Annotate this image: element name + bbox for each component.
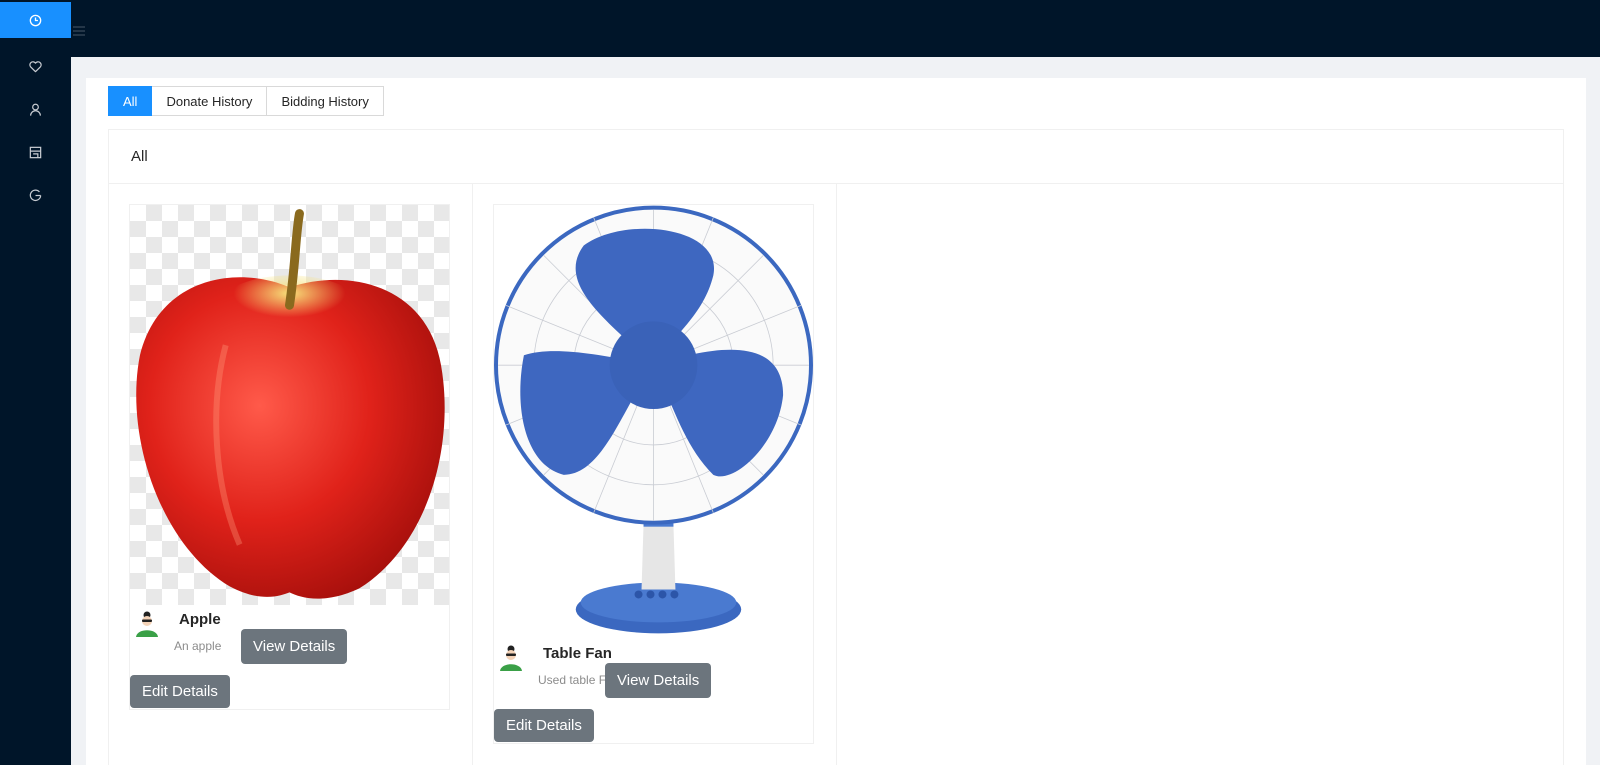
menu-fold-icon[interactable] (73, 26, 85, 36)
user-icon (30, 103, 41, 116)
sidebar (0, 0, 71, 765)
item-image-table-fan (494, 205, 813, 639)
item-card: Apple An apple View Details Edit Details (129, 204, 450, 710)
edit-details-button[interactable]: Edit Details (494, 709, 594, 742)
avatar (500, 645, 522, 671)
grid-cell: Apple An apple View Details Edit Details (109, 184, 473, 765)
avatar (136, 611, 158, 637)
item-card-body: Table Fan Used table Fan View Details (494, 639, 813, 709)
sidebar-item-favorites[interactable] (0, 48, 71, 84)
logout-icon (29, 189, 42, 201)
tab-bidding-history[interactable]: Bidding History (267, 86, 384, 116)
edit-details-button[interactable]: Edit Details (130, 675, 230, 708)
item-card-body: Apple An apple View Details (130, 605, 449, 675)
history-tabs: All Donate History Bidding History (108, 86, 384, 116)
item-description: An apple (174, 639, 222, 653)
sidebar-item-shop[interactable] (0, 134, 71, 170)
content-panel: All Donate History Bidding History All A… (86, 78, 1586, 765)
sidebar-item-logout[interactable] (0, 177, 71, 213)
table-fan-image (494, 205, 813, 634)
items-section: All Apple An apple View Details Edit Det… (108, 129, 1564, 765)
history-icon (29, 14, 42, 26)
item-title: Apple (179, 611, 221, 628)
view-details-button[interactable]: View Details (241, 629, 348, 664)
sidebar-item-profile[interactable] (0, 91, 71, 127)
item-card: Table Fan Used table Fan View Details Ed… (493, 204, 814, 744)
tab-donate-history[interactable]: Donate History (152, 86, 268, 116)
heart-icon (29, 60, 42, 72)
grid-cell: Table Fan Used table Fan View Details Ed… (473, 184, 837, 765)
item-title: Table Fan (543, 645, 612, 662)
section-title: All (109, 130, 1563, 184)
sidebar-item-history[interactable] (0, 2, 71, 38)
items-grid: Apple An apple View Details Edit Details (109, 184, 837, 765)
apple-image (136, 209, 445, 599)
shop-icon (29, 146, 42, 158)
tab-all[interactable]: All (108, 86, 153, 116)
item-image-apple (130, 205, 449, 605)
view-details-button[interactable]: View Details (605, 663, 712, 698)
top-header (71, 0, 1600, 57)
